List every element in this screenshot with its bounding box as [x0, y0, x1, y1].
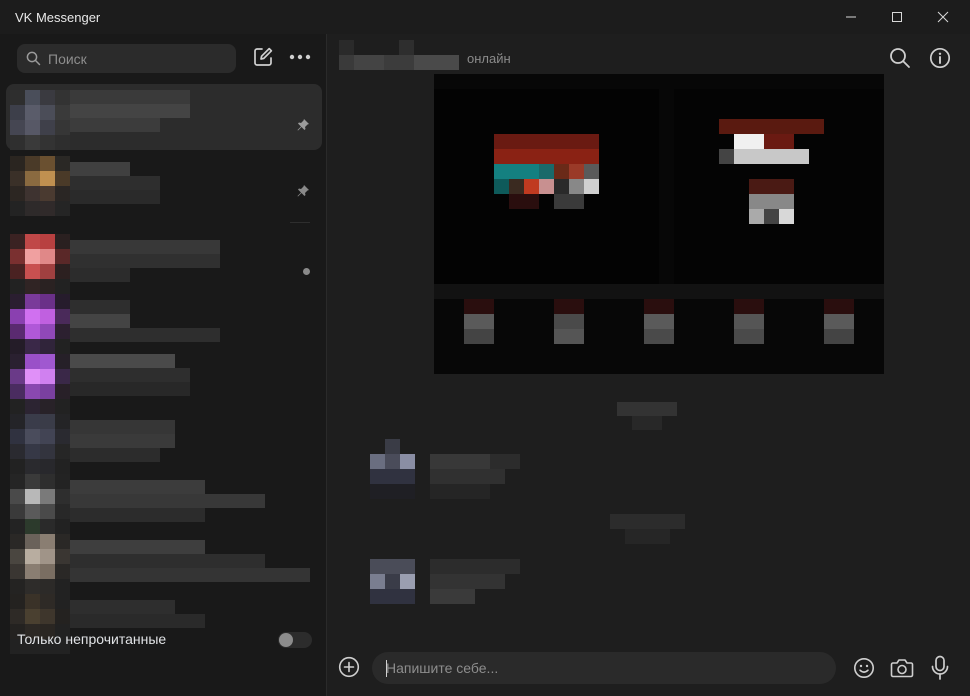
avatar [10, 156, 70, 216]
compose-button[interactable] [250, 44, 276, 70]
blurred-text [70, 494, 265, 508]
avatar [370, 439, 415, 499]
maximize-button[interactable] [874, 2, 920, 32]
date-separator [617, 402, 677, 430]
blurred-text [70, 254, 220, 268]
chat-title-avatar-blurred [339, 40, 464, 75]
add-icon [338, 656, 360, 678]
message-input[interactable] [372, 652, 836, 684]
sidebar: Только непрочитанные [0, 34, 326, 696]
blurred-text [70, 554, 265, 568]
unread-only-toggle[interactable] [278, 632, 312, 648]
pinned-separator [290, 222, 310, 223]
blurred-text [70, 190, 160, 204]
info-icon [929, 47, 951, 69]
camera-icon [890, 659, 914, 678]
chat-list-item[interactable] [6, 84, 322, 150]
search-box[interactable] [17, 44, 236, 73]
search-input[interactable] [48, 49, 228, 68]
blurred-text [70, 354, 175, 368]
blurred-text [70, 162, 130, 176]
minimize-icon [846, 16, 856, 18]
blurred-text [70, 434, 175, 448]
blurred-text [70, 90, 190, 104]
chat-list-item[interactable] [6, 150, 322, 216]
minimize-button[interactable] [828, 2, 874, 32]
blurred-text [70, 176, 160, 190]
avatar [370, 559, 415, 604]
toggle-knob [279, 633, 293, 647]
chat-info-button[interactable] [929, 47, 951, 74]
avatar [10, 354, 70, 414]
blurred-text [70, 480, 205, 494]
pin-icon [297, 119, 309, 131]
pin-icon [297, 185, 309, 197]
emoji-icon [854, 658, 874, 678]
chat-list [0, 82, 326, 662]
more-dots-icon [289, 54, 311, 60]
online-status: онлайн [467, 51, 511, 66]
blurred-text [70, 508, 205, 522]
chat-list-item[interactable] [6, 528, 322, 594]
blurred-text [70, 568, 310, 582]
blurred-text [70, 328, 220, 342]
blurred-text [70, 268, 130, 282]
attach-button[interactable] [338, 656, 360, 683]
blurred-text [70, 600, 175, 614]
chat-search-button[interactable] [889, 47, 911, 74]
avatar [10, 234, 70, 294]
message-text-blurred [430, 559, 520, 609]
app-title: VK Messenger [15, 10, 101, 25]
blurred-text [70, 382, 190, 396]
message-area [327, 74, 970, 640]
avatar [10, 90, 70, 150]
avatar [10, 474, 70, 534]
compose-icon [254, 47, 273, 66]
maximize-icon [892, 12, 902, 22]
blurred-text [70, 368, 190, 382]
emoji-button[interactable] [853, 657, 875, 684]
message-text-blurred [430, 454, 520, 504]
more-button[interactable] [286, 44, 314, 70]
photo-attachment[interactable] [434, 74, 884, 374]
blurred-text [70, 540, 205, 554]
blurred-text [70, 448, 160, 462]
chat-list-item[interactable] [6, 348, 322, 414]
microphone-button[interactable] [930, 655, 950, 686]
close-icon [937, 11, 949, 23]
blurred-text [70, 420, 175, 434]
close-button[interactable] [920, 2, 966, 32]
blurred-photo [434, 74, 884, 374]
avatar [10, 534, 70, 594]
avatar [10, 414, 70, 474]
camera-button[interactable] [890, 657, 914, 684]
title-bar: VK Messenger [0, 0, 970, 34]
chat-list-item[interactable] [6, 228, 322, 294]
search-icon [26, 51, 41, 66]
date-separator [610, 514, 685, 544]
blurred-text [70, 104, 190, 118]
blurred-text [70, 118, 160, 132]
unread-only-label: Только непрочитанные [17, 631, 167, 647]
unread-indicator [303, 268, 310, 275]
blurred-text [70, 614, 205, 628]
avatar [10, 294, 70, 354]
blurred-text [70, 314, 130, 328]
chat-list-item[interactable] [6, 408, 322, 474]
search-icon [890, 48, 910, 68]
chat-list-item[interactable] [6, 468, 322, 534]
chat-list-item[interactable] [6, 288, 322, 354]
blurred-text [70, 300, 130, 314]
message-composer [327, 640, 970, 696]
blurred-text [70, 240, 220, 254]
microphone-icon [931, 655, 949, 680]
text-caret [386, 660, 387, 677]
